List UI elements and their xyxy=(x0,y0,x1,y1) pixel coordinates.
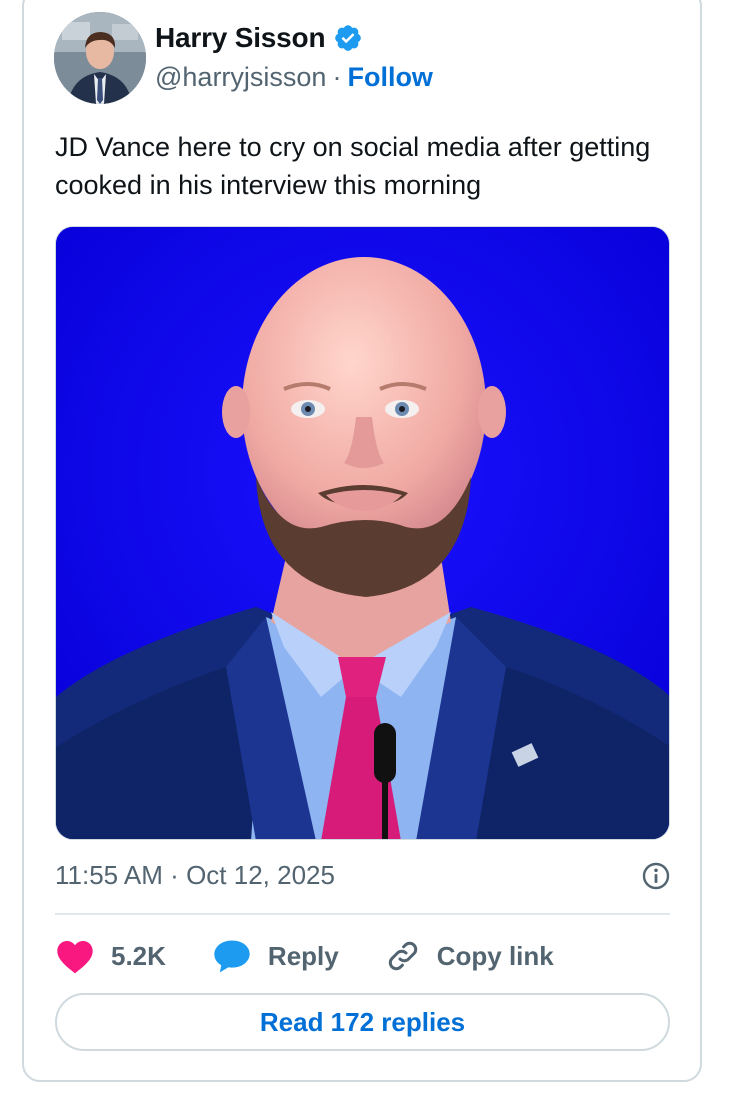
speech-bubble-icon xyxy=(214,940,250,973)
avatar-image xyxy=(54,12,146,104)
like-button[interactable]: 5.2K xyxy=(55,938,166,974)
tweet-time: 11:55 AM xyxy=(55,860,163,890)
date-separator: · xyxy=(170,860,179,890)
follow-button[interactable]: Follow xyxy=(347,62,432,93)
tweet-text: JD Vance here to cry on social media aft… xyxy=(55,132,651,200)
tweet-photo[interactable] xyxy=(55,226,670,840)
copy-link-label: Copy link xyxy=(436,940,554,971)
info-icon[interactable] xyxy=(642,862,670,890)
tweet-date: Oct 12, 2025 xyxy=(186,860,335,890)
copy-link-button[interactable]: Copy link xyxy=(385,938,554,974)
reply-label: Reply xyxy=(267,940,339,971)
read-replies-button[interactable]: Read 172 replies xyxy=(55,993,670,1051)
tweet-timestamp[interactable]: 11:55 AM · Oct 12, 2025 xyxy=(55,860,335,891)
author-name-row: Harry Sisson xyxy=(155,22,363,54)
author-handle[interactable]: @harryjsisson xyxy=(155,62,326,93)
divider xyxy=(55,913,670,915)
like-count: 5.2K xyxy=(111,940,166,971)
verified-badge-icon xyxy=(333,23,363,53)
timestamp-row: 11:55 AM · Oct 12, 2025 xyxy=(55,860,670,891)
avatar[interactable] xyxy=(54,12,146,104)
link-icon xyxy=(388,941,417,971)
handle-separator: · xyxy=(332,62,342,92)
photo-image xyxy=(56,227,669,839)
handle-row: @harryjsisson · Follow xyxy=(155,62,433,93)
action-bar: 5.2K Reply Copy link xyxy=(55,934,600,978)
author-name[interactable]: Harry Sisson xyxy=(155,22,326,54)
heart-icon xyxy=(57,940,93,974)
reply-button[interactable]: Reply xyxy=(212,938,339,974)
